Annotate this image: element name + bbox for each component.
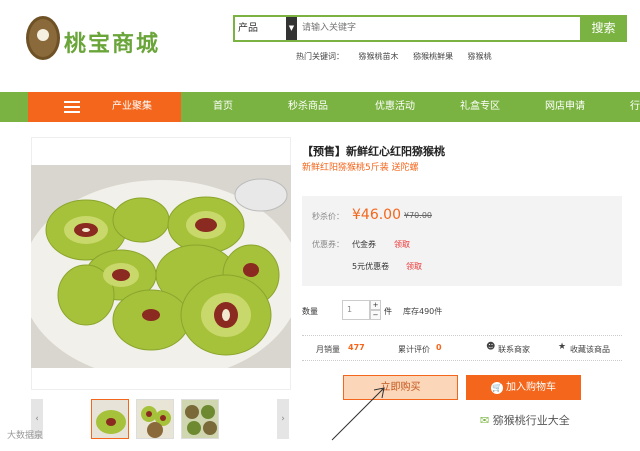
- hot-keyword-link[interactable]: 猕猴桃鲜果: [413, 52, 453, 61]
- menu-icon: [64, 101, 80, 113]
- product-title: 【预售】新鲜红心红阳猕猴桃: [302, 145, 445, 158]
- thumbnail-1[interactable]: [91, 399, 129, 439]
- nav-item-gift-box[interactable]: 礼盒专区: [460, 92, 500, 122]
- product-stats: 月销量 477 累计评价 0 ☻ 联系商家 ★ 收藏该商品: [302, 335, 622, 361]
- monthly-sales-label: 月销量: [316, 345, 340, 354]
- watermark-right: ✉ 猕猴桃行业大全: [480, 412, 570, 428]
- quantity-increase-button[interactable]: +: [370, 300, 381, 310]
- product-photo: [31, 165, 291, 368]
- watermark-left: 大数据泉: [7, 431, 44, 441]
- coupon-label: 优惠券：: [312, 240, 344, 249]
- contact-icon: ☻: [486, 342, 496, 352]
- monthly-sales-value: 477: [348, 343, 365, 352]
- add-to-cart-button[interactable]: 🛒 加入购物车: [466, 375, 581, 400]
- add-to-cart-label: 加入购物车: [506, 382, 556, 393]
- quantity-unit: 件: [384, 307, 392, 316]
- kiwi-logo-icon: [26, 16, 60, 60]
- claim-coupon-link[interactable]: 领取: [394, 239, 410, 250]
- thumbnail-2[interactable]: [136, 399, 174, 439]
- hot-keywords: 热门关键词： 猕猴桃苗木 猕猴桃鲜果 猕猴桃: [296, 51, 504, 62]
- pointer-arrow-annotation: [331, 387, 385, 441]
- price-label: 秒杀价：: [312, 212, 344, 221]
- quantity-input[interactable]: 1: [342, 300, 370, 320]
- wechat-icon: ✉: [480, 414, 490, 427]
- product-subtitle: 新鲜红阳猕猴桃5斤装 送陀螺: [302, 163, 419, 173]
- contact-seller-link[interactable]: 联系商家: [498, 344, 530, 355]
- thumbnail-next-button[interactable]: ›: [277, 399, 289, 439]
- nav-item-more[interactable]: 行: [630, 92, 640, 122]
- thumbnail-3[interactable]: [181, 399, 219, 439]
- logo-text: 桃宝商城: [64, 31, 161, 57]
- nav-item-shop-apply[interactable]: 网店申请: [545, 92, 585, 122]
- coupon-name: 5元优惠卷: [352, 262, 390, 271]
- nav-item-promotions[interactable]: 优惠活动: [375, 92, 415, 122]
- stock-count: 库存490件: [403, 307, 443, 316]
- quantity-label: 数量: [302, 307, 318, 316]
- watermark-right-text: 猕猴桃行业大全: [492, 414, 570, 427]
- favorite-link[interactable]: 收藏该商品: [570, 344, 610, 355]
- nav-item-home[interactable]: 首页: [213, 92, 233, 122]
- quantity-decrease-button[interactable]: −: [370, 310, 381, 320]
- category-menu-button[interactable]: 产业聚集: [28, 92, 181, 122]
- thumbnail-strip: ‹ ›: [31, 399, 291, 441]
- cart-icon: 🛒: [491, 382, 503, 394]
- hot-keyword-link[interactable]: 猕猴桃: [468, 52, 492, 61]
- search-bar: 产品 ▼ 搜索: [233, 15, 627, 42]
- category-menu-label: 产业聚集: [112, 101, 152, 112]
- hot-keywords-label: 热门关键词：: [296, 52, 344, 61]
- claim-coupon-link[interactable]: 领取: [406, 261, 422, 272]
- reviews-value: 0: [436, 343, 442, 352]
- search-input[interactable]: [302, 17, 542, 40]
- sale-price: ¥46.00: [352, 207, 401, 223]
- nav-item-flash-sale[interactable]: 秒杀商品: [288, 92, 328, 122]
- site-logo[interactable]: 桃宝商城: [26, 14, 176, 64]
- coupon-name: 代金券: [352, 240, 376, 249]
- chevron-down-icon[interactable]: ▼: [286, 17, 297, 40]
- search-button[interactable]: 搜索: [580, 15, 627, 42]
- original-price: ¥70.00: [404, 211, 432, 220]
- hot-keyword-link[interactable]: 猕猴桃苗木: [359, 52, 399, 61]
- price-panel: 秒杀价： ¥46.00 ¥70.00 优惠券： 代金券 领取 5元优惠卷 领取: [302, 196, 622, 286]
- star-icon: ★: [558, 342, 567, 352]
- reviews-label: 累计评价: [398, 345, 430, 354]
